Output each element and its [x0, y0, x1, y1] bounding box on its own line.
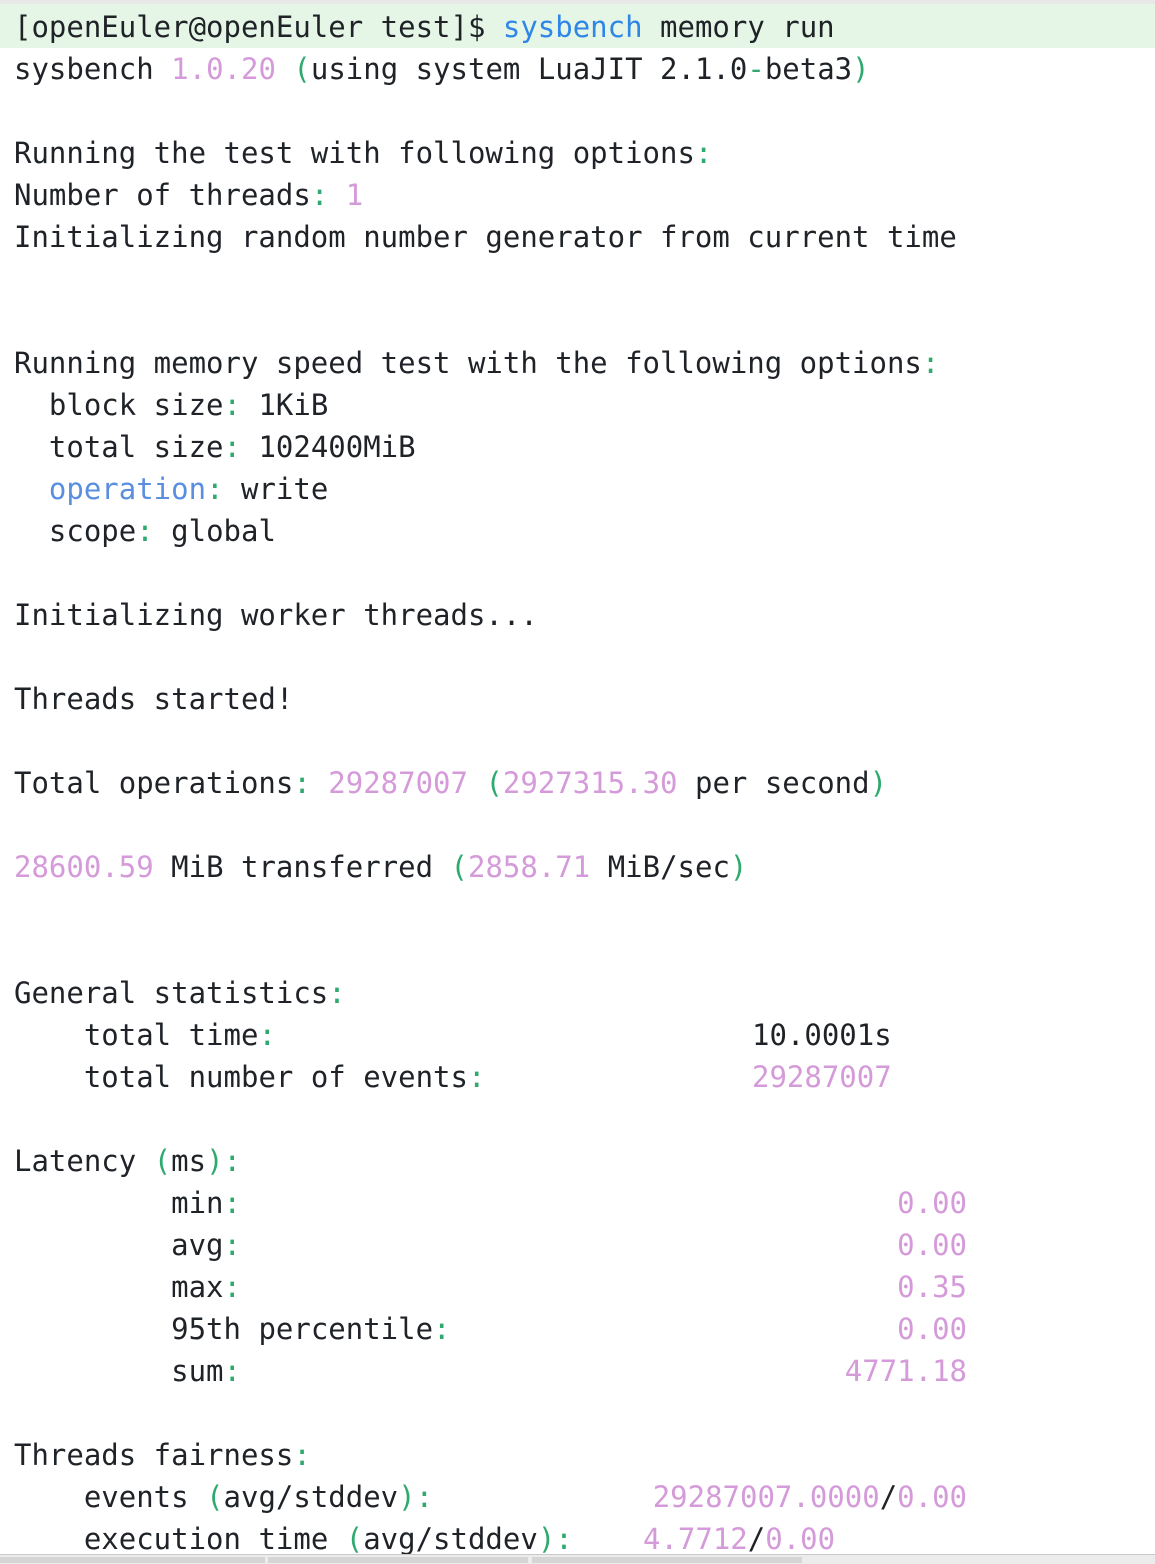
total-size-value: 102400MiB	[258, 430, 416, 464]
latency-min-label: min	[171, 1186, 224, 1220]
scope-value: global	[171, 514, 276, 548]
command-args: memory run	[660, 10, 835, 44]
fairness-exec-avg: 4.7712	[643, 1522, 748, 1554]
paren-close: )	[852, 52, 870, 86]
scope-line: scope: global	[48, 514, 276, 548]
total-size-label: total size	[48, 430, 224, 464]
transferred-line: 28600.59 MiB transferred (2858.71 MiB/se…	[14, 850, 748, 884]
dash: -	[747, 52, 765, 86]
latency-avg-label: avg	[171, 1228, 224, 1262]
scrollbar-segment	[0, 1557, 265, 1563]
options-heading: Running the test with following options:	[14, 136, 713, 170]
fairness-exec-label: execution time	[83, 1522, 329, 1554]
fairness-exec-paren: avg/stddev	[363, 1522, 538, 1554]
threads-line: Number of threads: 1	[14, 178, 364, 212]
latency-sum-line: sum:	[171, 1354, 241, 1388]
ops-rate-value: 2927315.30	[502, 766, 678, 800]
latency-sum-value: 4771.18	[844, 1354, 967, 1388]
memory-heading-text: Running memory speed test with the follo…	[14, 346, 922, 380]
latency-sum-label: sum	[171, 1354, 224, 1388]
general-stats-heading-text: General statistics	[14, 976, 329, 1010]
latency-heading: Latency (ms):	[14, 1144, 241, 1178]
fairness-exec-values: 4.7712/0.00	[643, 1522, 836, 1554]
beta-text: beta3	[764, 52, 853, 86]
total-time-line: total time:	[83, 1018, 276, 1052]
latency-max-value: 0.35	[897, 1270, 967, 1304]
command-line: [openEuler@openEuler test]$ sysbench mem…	[14, 6, 835, 48]
transferred-text: MiB transferred	[171, 850, 434, 884]
command-program: sysbench	[502, 10, 643, 44]
fairness-events-values: 29287007.0000/0.00	[652, 1480, 967, 1514]
total-events-label: total number of events	[83, 1060, 468, 1094]
transferred-rate-value: 2858.71	[468, 850, 591, 884]
scrollbar-segment	[532, 1557, 802, 1563]
threads-started-line: Threads started!	[14, 682, 294, 716]
latency-p95-label: 95th percentile	[171, 1312, 434, 1346]
latency-unit: ms	[171, 1144, 207, 1178]
rng-line: Initializing random number generator fro…	[14, 220, 957, 254]
total-size-line: total size: 102400MiB	[48, 430, 416, 464]
operation-label: operation	[48, 472, 207, 506]
latency-max-line: max:	[171, 1270, 241, 1304]
latency-heading-text: Latency	[14, 1144, 137, 1178]
block-size-value: 1KiB	[258, 388, 329, 422]
terminal-output[interactable]: [openEuler@openEuler test]$ sysbench mem…	[0, 4, 1155, 1554]
options-heading-text: Running the test with following options	[14, 136, 695, 170]
init-workers-line: Initializing worker threads...	[14, 598, 538, 632]
operation-line: operation: write	[48, 472, 329, 506]
total-operations-line: Total operations: 29287007 (2927315.30 p…	[14, 766, 888, 800]
fairness-events-paren: avg/stddev	[223, 1480, 399, 1514]
fairness-events-avg: 29287007.0000	[652, 1480, 880, 1514]
fairness-heading-text: Threads fairness	[14, 1438, 294, 1472]
operation-value: write	[241, 472, 329, 506]
memory-heading: Running memory speed test with the follo…	[14, 346, 940, 380]
shell-prompt: [openEuler@openEuler test]$	[14, 10, 486, 44]
total-time-value: 10.0001s	[752, 1018, 892, 1052]
threads-label: Number of threads	[14, 178, 311, 212]
total-time-label: total time	[83, 1018, 259, 1052]
latency-avg-line: avg:	[171, 1228, 241, 1262]
general-stats-heading: General statistics:	[14, 976, 346, 1010]
scrollbar-segment	[268, 1557, 528, 1563]
transferred-rate-unit: MiB/sec	[607, 850, 730, 884]
latency-max-label: max	[171, 1270, 224, 1304]
program-version: 1.0.20	[171, 52, 276, 86]
latency-avg-value: 0.00	[897, 1228, 967, 1262]
paren-open: (	[293, 52, 311, 86]
program-name: sysbench	[14, 52, 154, 86]
total-ops-label: Total operations	[14, 766, 294, 800]
fairness-events-line: events (avg/stddev):	[83, 1480, 434, 1514]
fairness-exec-std: 0.00	[765, 1522, 836, 1554]
transferred-value: 28600.59	[14, 850, 154, 884]
version-line: sysbench 1.0.20 (using system LuaJIT 2.1…	[14, 48, 870, 90]
latency-p95-line: 95th percentile:	[171, 1312, 451, 1346]
total-ops-value: 29287007	[328, 766, 468, 800]
latency-min-value: 0.00	[897, 1186, 967, 1220]
total-events-line: total number of events:	[83, 1060, 486, 1094]
scope-label: scope	[48, 514, 137, 548]
total-events-value: 29287007	[752, 1060, 892, 1094]
fairness-exec-line: execution time (avg/stddev):	[83, 1522, 573, 1554]
latency-min-line: min:	[171, 1186, 241, 1220]
ops-rate-unit: per second	[695, 766, 870, 800]
fairness-heading: Threads fairness:	[14, 1438, 311, 1472]
fairness-events-std: 0.00	[897, 1480, 967, 1514]
latency-p95-value: 0.00	[897, 1312, 967, 1346]
fairness-events-label: events	[83, 1480, 189, 1514]
luajit-text: using system LuaJIT 2.1.0	[310, 52, 748, 86]
block-size-line: block size: 1KiB	[48, 388, 329, 422]
threads-value: 1	[345, 178, 364, 212]
block-size-label: block size	[48, 388, 224, 422]
